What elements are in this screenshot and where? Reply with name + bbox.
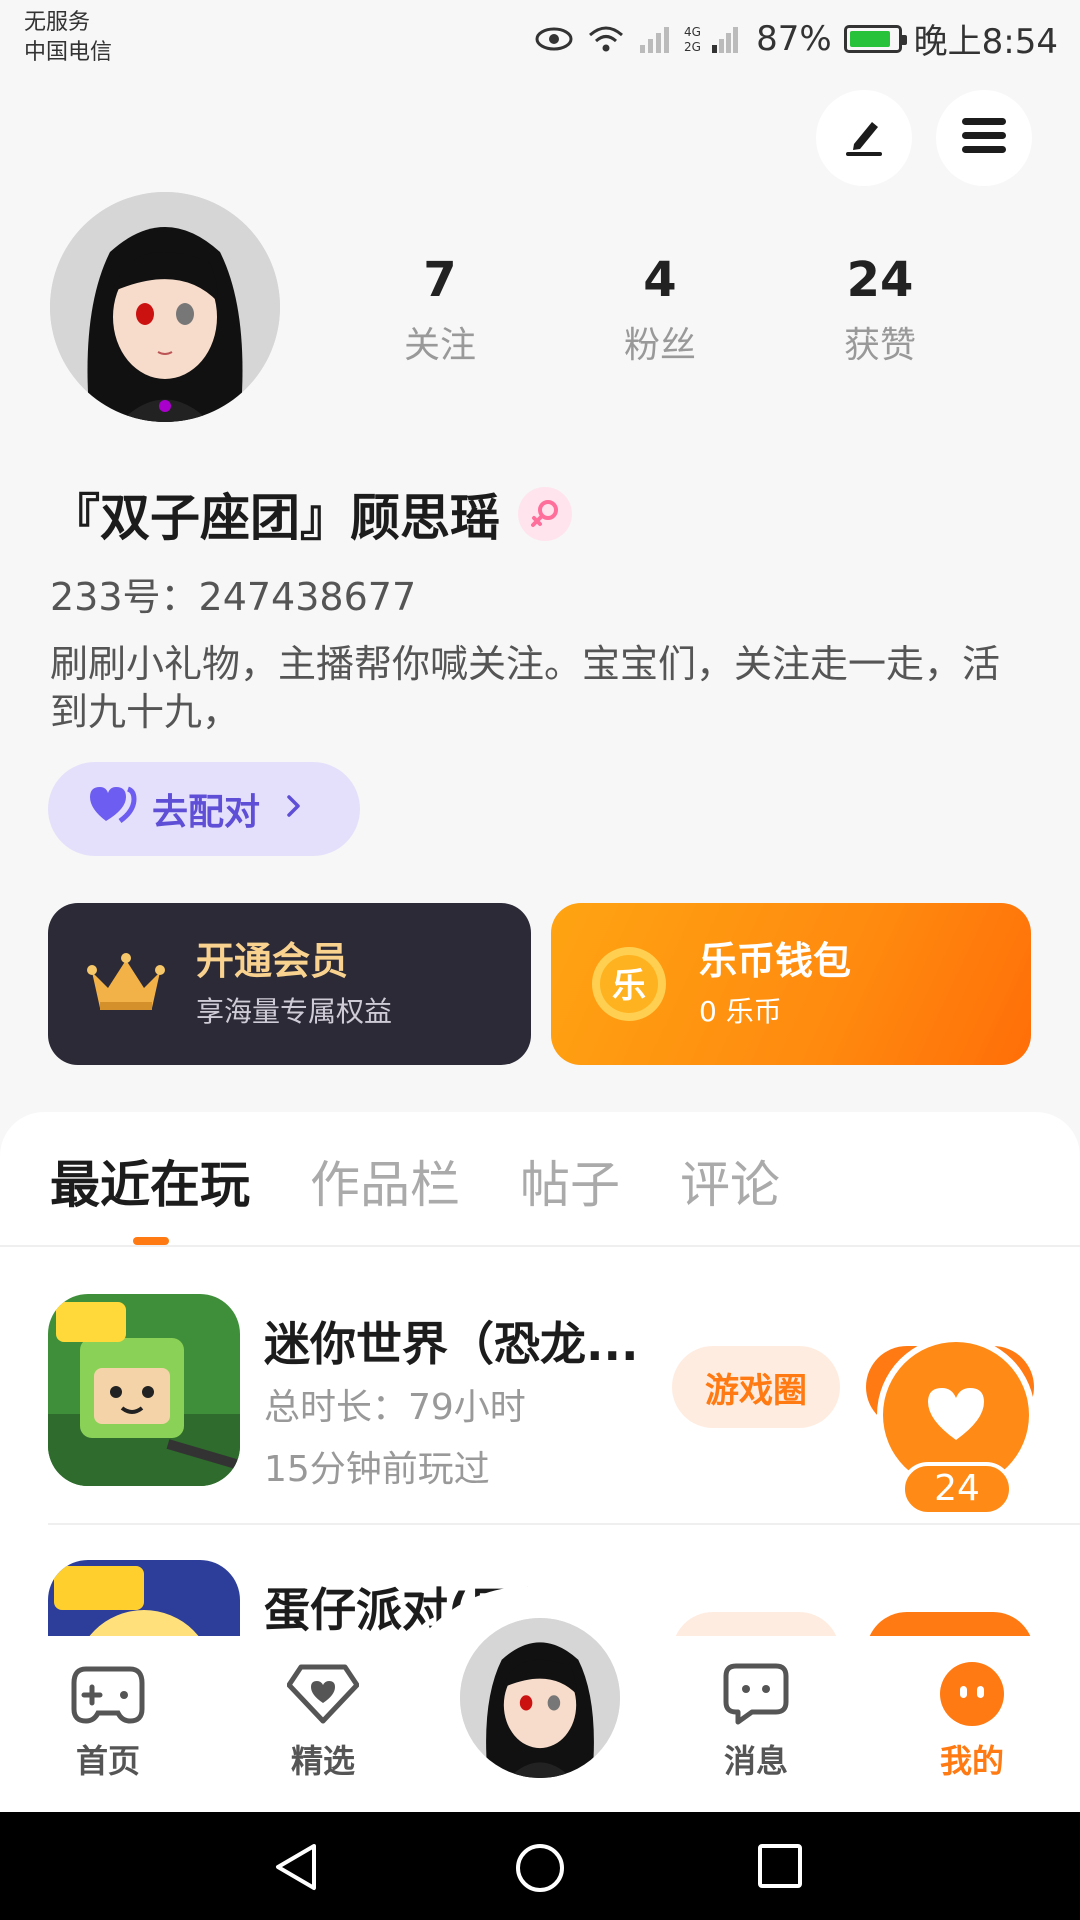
svg-text:2G: 2G <box>684 40 701 54</box>
tab-works[interactable]: 作品栏 <box>310 1152 460 1218</box>
signal-icon <box>638 23 672 55</box>
coin-icon: 乐 <box>589 944 669 1024</box>
edit-profile-button[interactable] <box>816 90 912 186</box>
avatar-illustration <box>50 192 280 422</box>
user-id: 233号：247438677 <box>50 575 417 619</box>
vip-card-title: 开通会员 <box>196 939 349 983</box>
eye-icon <box>534 25 574 53</box>
clock: 晚上8:54 <box>913 22 1058 62</box>
following-label: 关注 <box>403 325 476 366</box>
carrier-line2: 中国电信 <box>24 40 113 65</box>
center-avatar-illustration <box>460 1618 620 1778</box>
tab-comments[interactable]: 评论 <box>680 1152 780 1218</box>
system-nav-bar <box>0 1812 1080 1920</box>
nav-me[interactable]: 我的 <box>902 1660 1042 1782</box>
tab-posts[interactable]: 帖子 <box>520 1152 620 1218</box>
chevron-right-icon <box>284 789 304 830</box>
heart-gem-icon <box>253 1660 393 1728</box>
nav-home[interactable]: 首页 <box>38 1660 178 1782</box>
purple-heart-icon <box>88 785 138 834</box>
stat-followers[interactable]: 4 粉丝 <box>550 250 770 368</box>
battery-icon <box>843 24 907 53</box>
game-last-played: 15分钟前玩过 <box>264 1449 490 1490</box>
crown-icon <box>86 944 166 1024</box>
tab-recent-playing[interactable]: 最近在玩 <box>50 1152 250 1218</box>
nickname-row: 『双子座团』顾思瑶 <box>50 478 572 550</box>
coin-glyph: 乐 <box>612 966 646 1006</box>
hamburger-icon <box>960 114 1008 162</box>
vip-card[interactable]: 开通会员 享海量专属权益 <box>48 903 531 1065</box>
stat-following[interactable]: 7 关注 <box>330 250 550 368</box>
followers-count: 4 <box>643 252 677 308</box>
row-divider <box>48 1523 1080 1525</box>
home-circle-icon[interactable] <box>514 1842 566 1898</box>
profile-stats: 7 关注 4 粉丝 24 获赞 <box>330 250 990 368</box>
signal-4g-icon: 4G 2G <box>684 23 744 55</box>
profile-avatar[interactable] <box>50 192 280 422</box>
likes-label: 获赞 <box>843 325 916 366</box>
battery-fill <box>849 30 890 47</box>
pen-icon <box>840 112 888 164</box>
nav-featured[interactable]: 精选 <box>253 1660 393 1782</box>
wallet-card-title: 乐币钱包 <box>699 939 852 983</box>
status-bar: 无服务 中国电信 4G 2G 87% 晚上8:54 <box>0 0 1080 80</box>
tabs-divider <box>0 1245 1080 1247</box>
match-button-label: 去配对 <box>152 792 261 833</box>
mini-world-game-icon <box>48 1294 240 1486</box>
nav-messages-label: 消息 <box>723 1742 788 1780</box>
match-button[interactable]: 去配对 <box>48 762 360 856</box>
game-circle-button[interactable]: 游戏圈 <box>672 1346 840 1428</box>
game-title: 迷你世界（恐龙... <box>264 1317 639 1371</box>
nav-messages[interactable]: 消息 <box>686 1660 826 1782</box>
gamepad-icon <box>38 1660 178 1728</box>
nav-me-label: 我的 <box>939 1742 1004 1780</box>
game-duration: 总时长：79小时 <box>264 1387 526 1428</box>
vip-card-subtitle: 享海量专属权益 <box>196 995 393 1028</box>
status-icons: 4G 2G 87% 晚上8:54 <box>534 14 1058 63</box>
tab-bar: 最近在玩 作品栏 帖子 评论 <box>50 1152 780 1218</box>
center-avatar-button[interactable] <box>456 1614 624 1782</box>
female-gender-icon <box>518 487 572 541</box>
nickname: 『双子座团』顾思瑶 <box>50 489 500 547</box>
carrier-info: 无服务 中国电信 <box>24 8 112 68</box>
svg-text:4G: 4G <box>684 25 701 39</box>
following-count: 7 <box>423 252 457 308</box>
battery-percent: 87% <box>756 18 832 59</box>
message-icon <box>686 1660 826 1728</box>
menu-button[interactable] <box>936 90 1032 186</box>
recents-square-icon[interactable] <box>756 1842 804 1894</box>
nav-home-label: 首页 <box>75 1742 140 1780</box>
active-tab-indicator <box>133 1237 169 1245</box>
nav-featured-label: 精选 <box>290 1742 355 1780</box>
back-triangle-icon[interactable] <box>272 1842 322 1896</box>
heart-icon <box>924 1384 988 1446</box>
bio: 刷刷小礼物，主播帮你喊关注。宝宝们，关注走一走，活到九十九， <box>50 642 1001 734</box>
carrier-line1: 无服务 <box>24 10 91 35</box>
wifi-icon <box>586 23 626 55</box>
face-icon <box>902 1660 1042 1728</box>
wallet-balance: 0 乐币 <box>699 995 782 1028</box>
wallet-card[interactable]: 乐 乐币钱包 0 乐币 <box>551 903 1031 1065</box>
stat-likes[interactable]: 24 获赞 <box>770 250 990 368</box>
like-count: 24 <box>901 1462 1013 1516</box>
likes-count: 24 <box>846 252 914 308</box>
followers-label: 粉丝 <box>623 325 696 366</box>
